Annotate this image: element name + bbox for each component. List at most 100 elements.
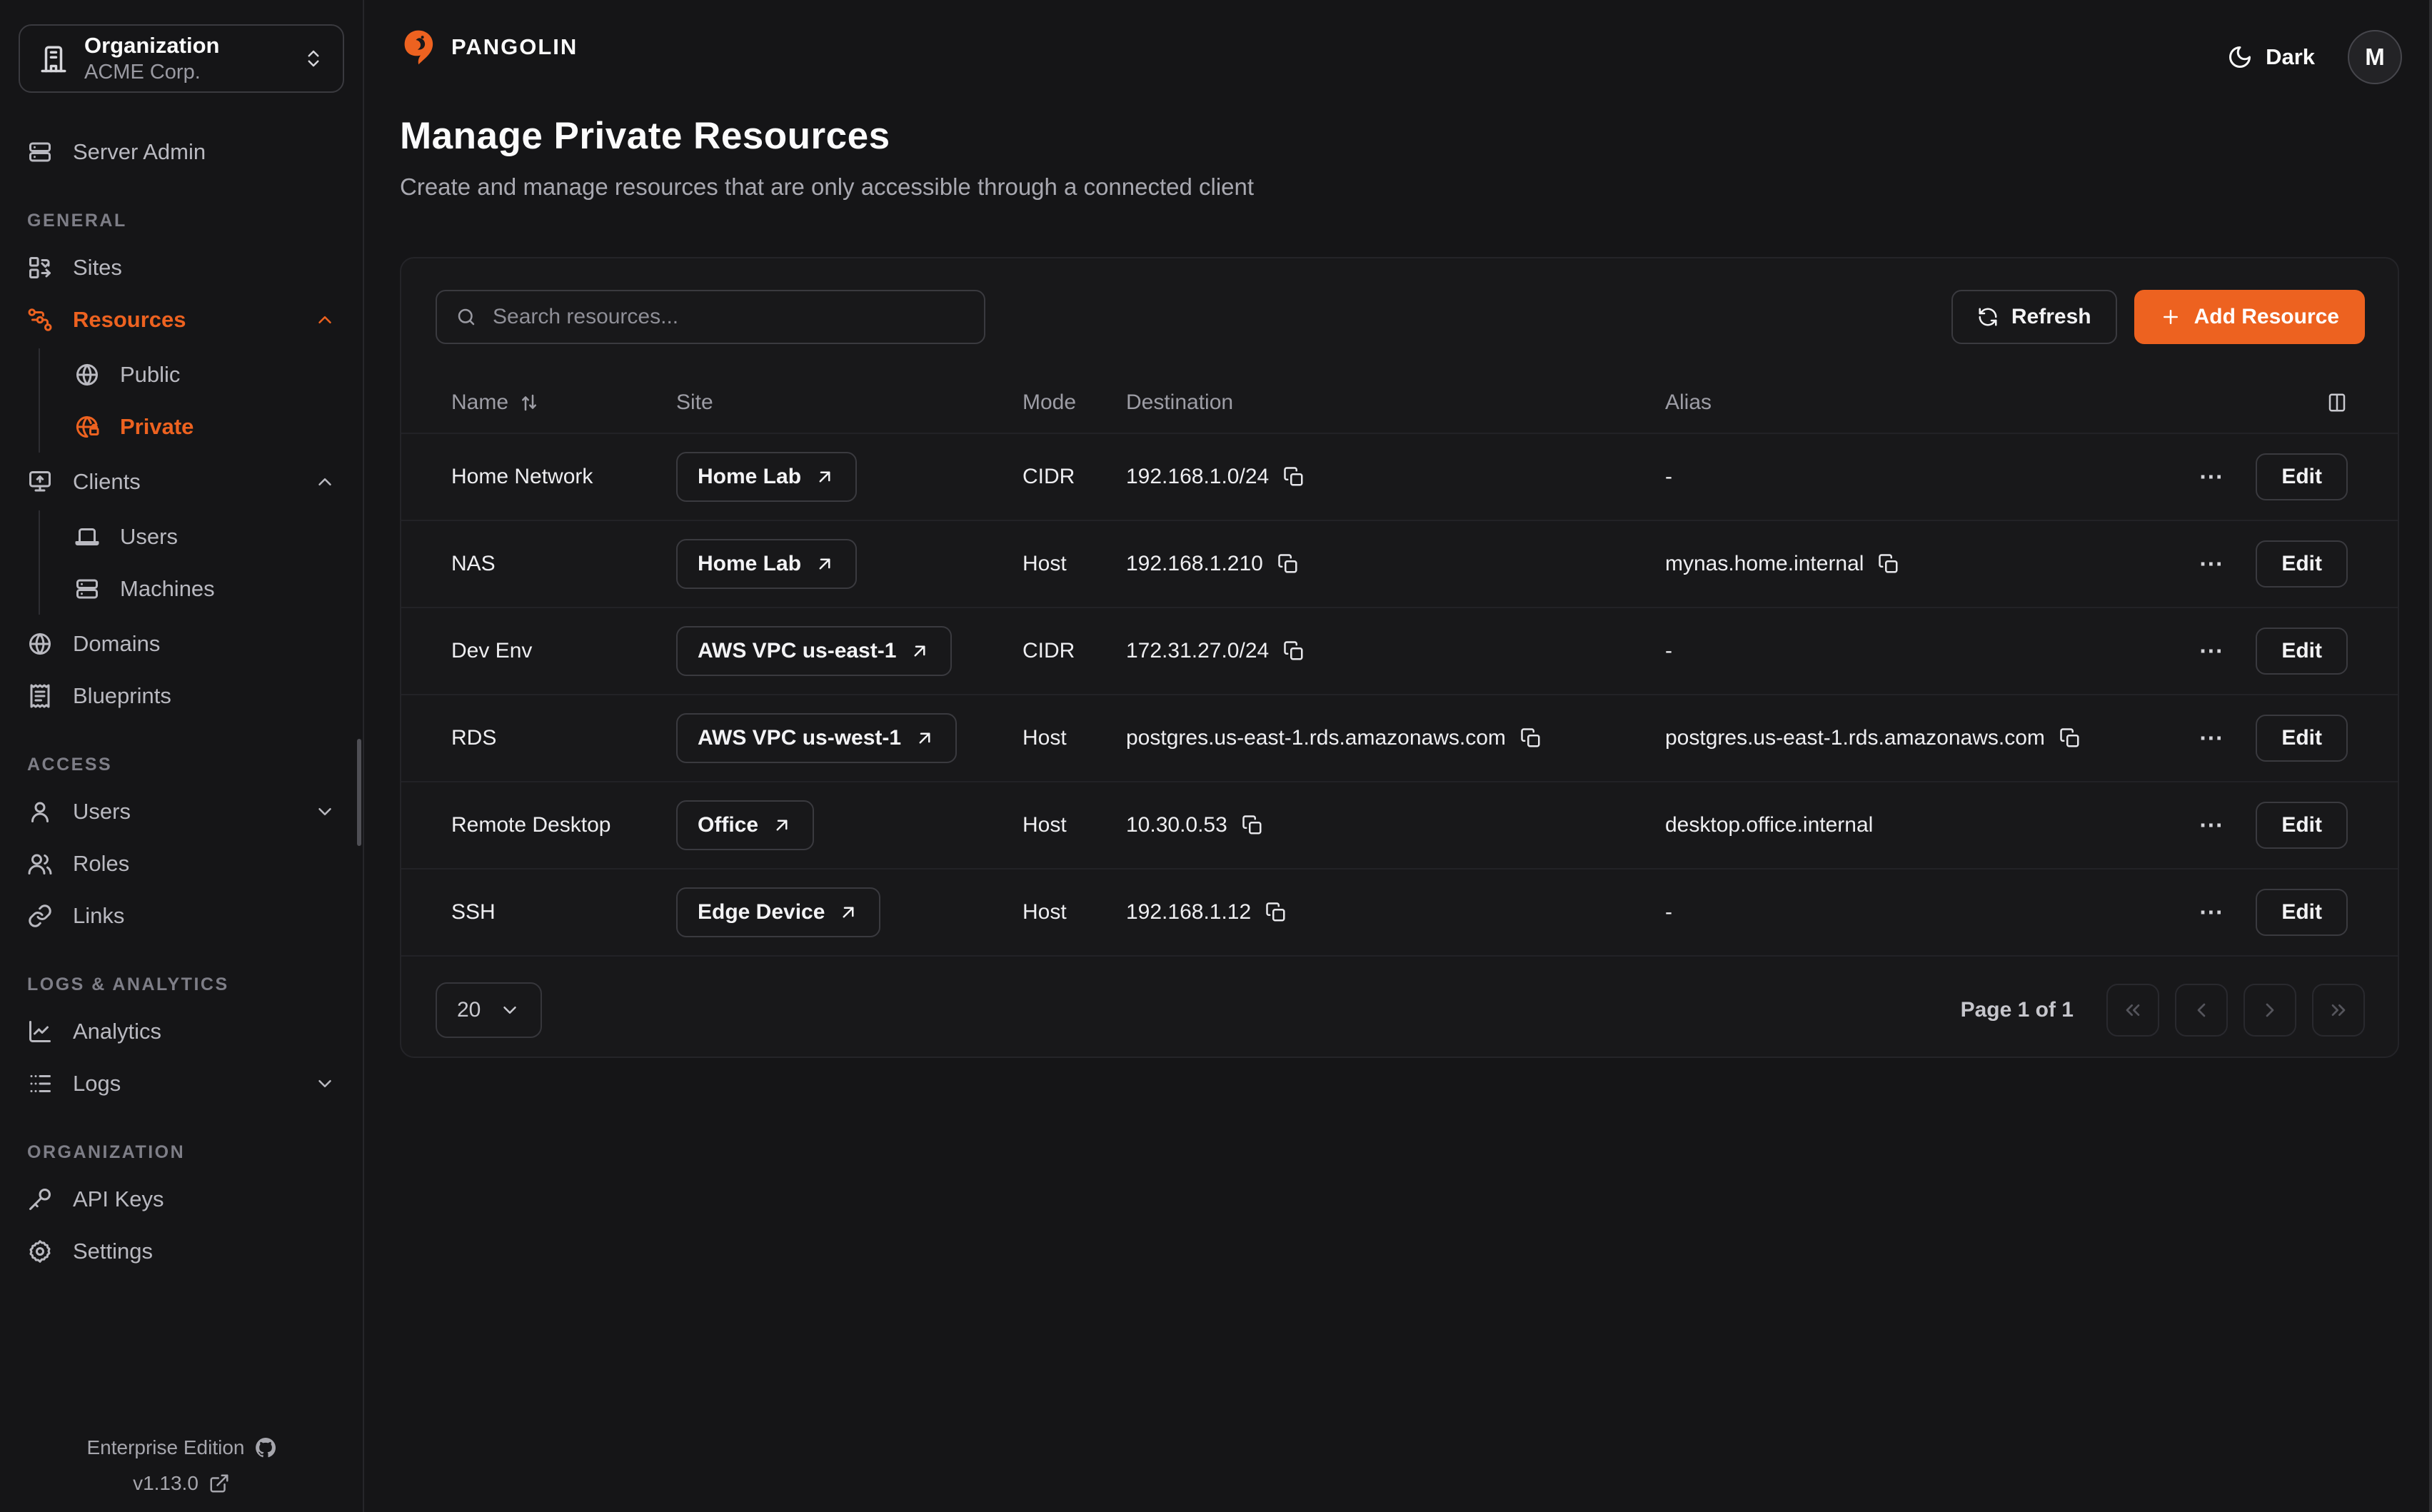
arrow-up-right-icon (814, 466, 835, 488)
copy-alias-button[interactable] (2059, 727, 2081, 749)
copy-icon (1878, 553, 1899, 575)
resource-alias: - (1665, 900, 1672, 924)
pagination: 20 Page 1 of 1 (436, 982, 2365, 1038)
resource-mode: CIDR (1022, 465, 1126, 489)
column-name[interactable]: Name (451, 390, 676, 415)
prev-page-button[interactable] (2175, 984, 2228, 1037)
section-logs-analytics: LOGS & ANALYTICS (27, 974, 344, 995)
copy-icon (1265, 902, 1287, 923)
theme-toggle[interactable]: Dark (2227, 44, 2315, 70)
pangolin-logo-icon (400, 29, 437, 66)
edition-label: Enterprise Edition (86, 1436, 244, 1459)
plus-icon (2160, 306, 2181, 328)
site-link[interactable]: Home Lab (676, 539, 857, 589)
row-more-button[interactable]: ⋯ (2199, 552, 2224, 576)
sidebar-item-public[interactable]: Public (66, 348, 344, 400)
resource-alias: postgres.us-east-1.rds.amazonaws.com (1665, 726, 2045, 750)
copy-destination-button[interactable] (1277, 553, 1299, 575)
arrow-up-right-icon (838, 902, 859, 923)
sidebar-item-client-users[interactable]: Users (66, 510, 344, 563)
site-link[interactable]: Office (676, 800, 814, 850)
waypoints-icon (27, 307, 53, 333)
copy-destination-button[interactable] (1520, 727, 1542, 749)
globe-lock-icon (74, 414, 100, 440)
combine-icon (27, 255, 53, 281)
first-page-button[interactable] (2106, 984, 2159, 1037)
arrow-up-right-icon (771, 815, 793, 836)
site-link[interactable]: AWS VPC us-west-1 (676, 713, 957, 763)
section-general: GENERAL (27, 211, 344, 231)
site-link[interactable]: Edge Device (676, 887, 880, 937)
add-resource-button[interactable]: Add Resource (2134, 290, 2365, 344)
copy-alias-button[interactable] (1878, 553, 1899, 575)
sidebar-item-api-keys[interactable]: API Keys (19, 1173, 344, 1225)
sidebar-nav: Server Admin GENERAL Sites Resources Pub… (19, 126, 344, 1277)
sidebar-item-roles[interactable]: Roles (19, 837, 344, 889)
last-page-button[interactable] (2312, 984, 2365, 1037)
refresh-button[interactable]: Refresh (1951, 290, 2117, 344)
sidebar: Organization ACME Corp. Server Admin GEN… (0, 0, 364, 1512)
sidebar-item-label: Sites (73, 255, 122, 281)
edit-button[interactable]: Edit (2256, 453, 2348, 500)
search-box[interactable] (436, 290, 985, 344)
server-icon (27, 139, 53, 165)
copy-destination-button[interactable] (1283, 640, 1305, 662)
edit-button[interactable]: Edit (2256, 628, 2348, 675)
sidebar-item-users[interactable]: Users (19, 785, 344, 837)
copy-destination-button[interactable] (1242, 815, 1263, 836)
site-link[interactable]: Home Lab (676, 452, 857, 502)
sidebar-item-links[interactable]: Links (19, 889, 344, 942)
row-more-button[interactable]: ⋯ (2199, 465, 2224, 489)
resource-name: Home Network (451, 465, 676, 489)
sidebar-scrollbar[interactable] (357, 739, 361, 846)
sidebar-item-settings[interactable]: Settings (19, 1225, 344, 1277)
sidebar-item-machines[interactable]: Machines (66, 563, 344, 615)
edit-button[interactable]: Edit (2256, 540, 2348, 588)
page-subtitle: Create and manage resources that are onl… (400, 173, 2399, 201)
sidebar-item-server-admin[interactable]: Server Admin (19, 126, 344, 178)
edit-button[interactable]: Edit (2256, 715, 2348, 762)
row-more-button[interactable]: ⋯ (2199, 726, 2224, 750)
chevron-down-icon (499, 999, 521, 1021)
sidebar-item-domains[interactable]: Domains (19, 618, 344, 670)
copy-destination-button[interactable] (1283, 466, 1305, 488)
page-size-select[interactable]: 20 (436, 982, 542, 1038)
search-input[interactable] (493, 305, 965, 329)
sidebar-item-sites[interactable]: Sites (19, 241, 344, 293)
next-page-button[interactable] (2243, 984, 2296, 1037)
sidebar-item-clients[interactable]: Clients (19, 455, 344, 508)
row-more-button[interactable]: ⋯ (2199, 639, 2224, 663)
sidebar-item-label: Machines (120, 576, 215, 602)
edit-button[interactable]: Edit (2256, 889, 2348, 936)
sidebar-item-label: Settings (73, 1239, 153, 1264)
edit-button[interactable]: Edit (2256, 802, 2348, 849)
external-link-icon (208, 1473, 230, 1494)
sidebar-item-logs[interactable]: Logs (19, 1057, 344, 1109)
sidebar-item-blueprints[interactable]: Blueprints (19, 670, 344, 722)
edition-link[interactable]: Enterprise Edition (0, 1436, 363, 1459)
theme-label: Dark (2266, 44, 2315, 70)
sidebar-item-resources[interactable]: Resources (19, 293, 344, 346)
brand-name: PANGOLIN (451, 34, 578, 60)
row-more-button[interactable]: ⋯ (2199, 813, 2224, 837)
clients-subnav: Users Machines (39, 510, 344, 615)
moon-icon (2227, 44, 2253, 70)
sidebar-item-analytics[interactable]: Analytics (19, 1005, 344, 1057)
org-switcher[interactable]: Organization ACME Corp. (19, 24, 344, 93)
site-link[interactable]: AWS VPC us-east-1 (676, 626, 952, 676)
version-link[interactable]: v1.13.0 (0, 1472, 363, 1495)
arrow-up-right-icon (909, 640, 930, 662)
avatar[interactable]: M (2348, 30, 2402, 84)
column-alias: Alias (1665, 390, 2169, 415)
chevron-up-icon (314, 309, 336, 331)
resources-table: Name Site Mode Destination Alias Home Ne… (401, 373, 2398, 957)
sidebar-item-label: Roles (73, 851, 129, 877)
sidebar-item-private[interactable]: Private (66, 400, 344, 453)
table-row: Remote Desktop Office Host 10.30.0.53 de… (401, 782, 2398, 870)
table-row: Home Network Home Lab CIDR 192.168.1.0/2… (401, 434, 2398, 521)
column-settings-button[interactable] (2169, 392, 2348, 413)
row-more-button[interactable]: ⋯ (2199, 900, 2224, 924)
columns-icon (2326, 392, 2348, 413)
copy-destination-button[interactable] (1265, 902, 1287, 923)
window-scrollbar[interactable] (2429, 0, 2432, 1512)
